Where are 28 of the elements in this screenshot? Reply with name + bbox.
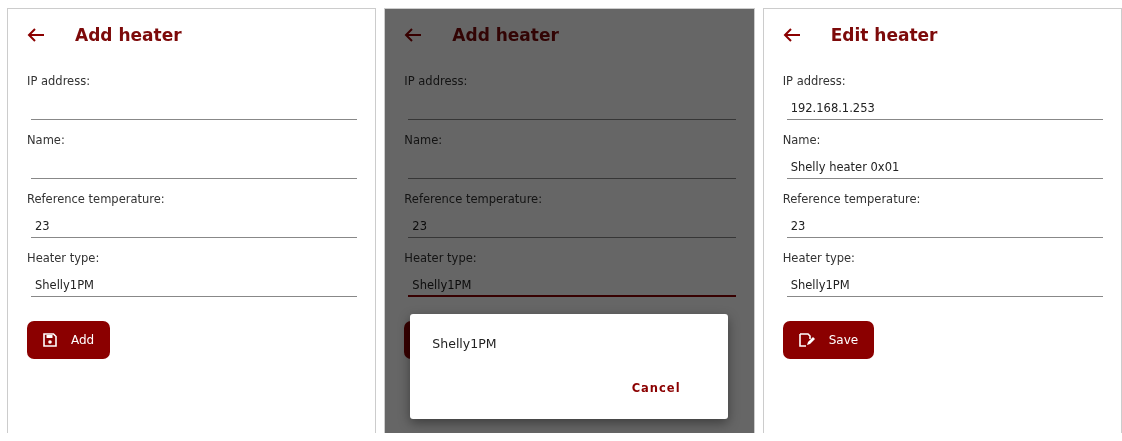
field-label: Heater type: (27, 251, 101, 265)
cancel-button[interactable]: Cancel (631, 369, 708, 407)
field-label: Name: (404, 133, 444, 147)
field-label: Reference temperature: (782, 192, 922, 206)
field-label: Heater type: (782, 251, 856, 265)
action-button[interactable]: Save (782, 321, 875, 359)
field-label: Name: (782, 133, 822, 147)
input-field[interactable]: 192.168.1.253 (786, 96, 1103, 120)
field-label: Heater type: (404, 251, 478, 265)
screen-title: Add heater (452, 25, 559, 45)
input-field[interactable]: Shelly1PM (31, 273, 358, 297)
dialog-option[interactable]: Shelly1PM (432, 336, 497, 351)
screen-title: Edit heater (830, 25, 938, 45)
field-label: Reference temperature: (404, 192, 544, 206)
edit-document-icon (798, 333, 815, 347)
field-label: Reference temperature: (27, 192, 166, 206)
screen-title: Add heater (75, 25, 182, 45)
input-field[interactable]: 23 (786, 214, 1103, 238)
input-field[interactable]: 23 (31, 214, 358, 238)
back-arrow-icon[interactable] (782, 28, 801, 42)
input-field[interactable]: Shelly heater 0x01 (786, 155, 1103, 179)
field-label: Name: (27, 133, 66, 147)
field-label: IP address: (27, 74, 92, 88)
field-label: IP address: (404, 74, 469, 88)
input-field[interactable]: Shelly1PM (786, 273, 1103, 297)
back-arrow-icon[interactable] (27, 28, 45, 42)
action-button[interactable]: Add (27, 321, 111, 359)
field-label: IP address: (782, 74, 847, 88)
